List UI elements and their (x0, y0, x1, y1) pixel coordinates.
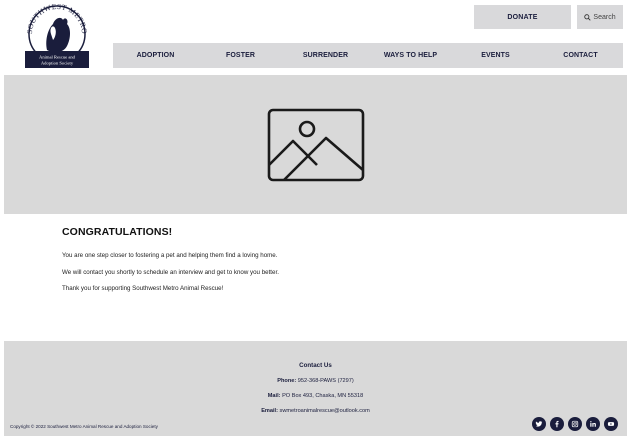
page-title: CONGRATULATIONS! (62, 226, 173, 238)
logo-caption-2: Adoption Society (41, 61, 74, 66)
nav-item-contact[interactable]: CONTACT (538, 52, 623, 59)
facebook-link[interactable] (550, 417, 564, 431)
nav-item-ways-to-help[interactable]: WAYS TO HELP (368, 52, 453, 59)
youtube-icon (607, 422, 615, 426)
twitter-icon (535, 421, 543, 427)
linkedin-icon (590, 421, 596, 427)
facebook-icon (555, 420, 559, 428)
linkedin-link[interactable] (586, 417, 600, 431)
email-label: Email: (261, 408, 278, 414)
nav-item-adoption[interactable]: ADOPTION (113, 52, 198, 59)
logo-caption-1: Animal Rescue and (39, 55, 76, 60)
contact-title: Contact Us (299, 362, 332, 369)
search-icon (584, 13, 592, 21)
youtube-link[interactable] (604, 417, 618, 431)
email-line: Email: swmetroanimalrescue@outlook.com (4, 408, 627, 415)
mail-label: Mail: (267, 393, 281, 399)
site-footer: Contact Us Phone: 952-368-PAWS (7297) Ma… (4, 341, 627, 436)
copyright-text: Copyright © 2022 Southwest Metro Animal … (10, 424, 158, 429)
search-label: Search (593, 13, 616, 21)
phone-value[interactable]: 952-368-PAWS (7297) (298, 378, 354, 384)
mail-line: Mail: PO Box 493, Chaska, MN 55318 (4, 393, 627, 400)
contact-block: Contact Us Phone: 952-368-PAWS (7297) Ma… (4, 362, 627, 423)
twitter-link[interactable] (532, 417, 546, 431)
social-links (532, 417, 618, 431)
logo[interactable]: SOUTHWEST METRO Animal Rescue and Adopti… (25, 2, 89, 68)
phone-label: Phone: (277, 378, 297, 384)
instagram-link[interactable] (568, 417, 582, 431)
instagram-icon (571, 420, 579, 428)
hero-image (4, 75, 627, 214)
site-header: SOUTHWEST METRO Animal Rescue and Adopti… (0, 0, 630, 74)
nav-item-events[interactable]: EVENTS (453, 52, 538, 59)
mail-value: PO Box 493, Chaska, MN 55318 (282, 393, 364, 399)
search-button[interactable]: Search (577, 5, 623, 29)
main-content: CONGRATULATIONS! You are one step closer… (62, 226, 562, 302)
nav-item-surrender[interactable]: SURRENDER (283, 52, 368, 59)
main-nav: ADOPTION FOSTER SURRENDER WAYS TO HELP E… (113, 43, 623, 68)
nav-item-foster[interactable]: FOSTER (198, 52, 283, 59)
confirmation-paragraph: You are one step closer to fostering a p… (62, 252, 278, 259)
thanks-paragraph: Thank you for supporting Southwest Metro… (62, 285, 224, 292)
email-value[interactable]: swmetroanimalrescue@outlook.com (280, 408, 370, 414)
contact-paragraph: We will contact you shortly to schedule … (62, 268, 279, 276)
image-placeholder-icon (267, 108, 364, 181)
phone-line: Phone: 952-368-PAWS (7297) (4, 378, 627, 385)
donate-button[interactable]: DONATE (474, 5, 571, 29)
